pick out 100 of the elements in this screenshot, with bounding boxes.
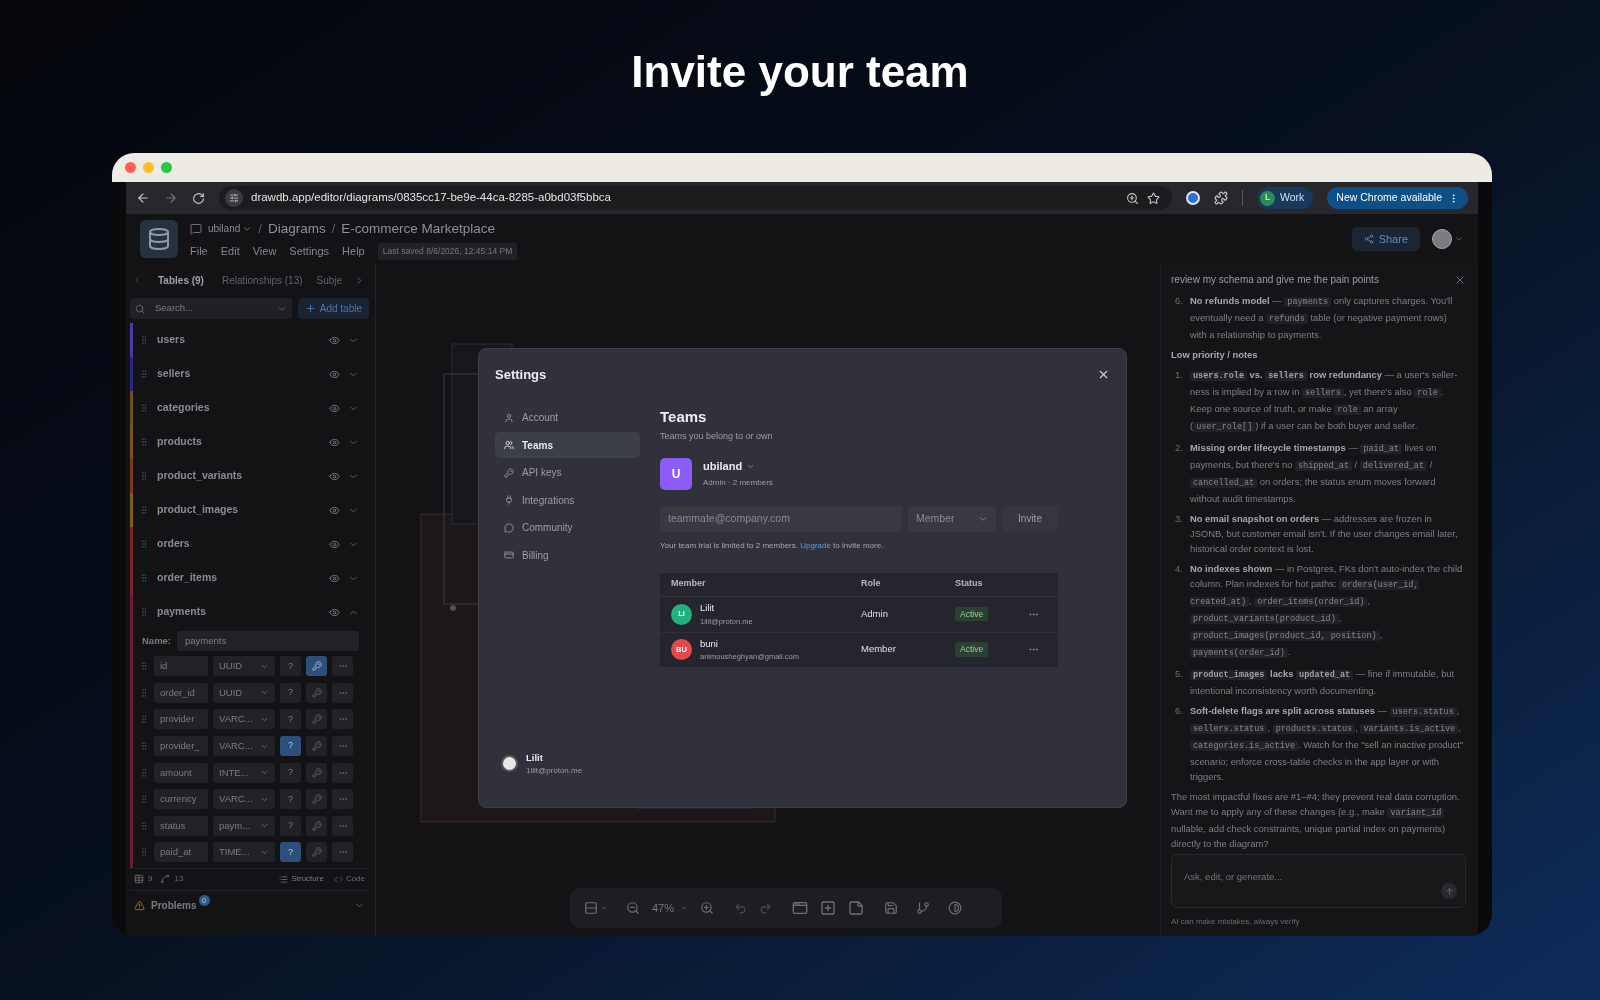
field-more-button[interactable] [332,709,353,730]
scroll-left-icon[interactable] [132,275,142,285]
drag-handle-icon[interactable] [139,607,149,617]
nullable-toggle[interactable]: ? [280,762,301,783]
drag-handle-icon[interactable] [139,714,149,725]
app-logo[interactable] [140,220,178,258]
close-window-button[interactable] [125,162,136,173]
nullable-toggle[interactable]: ? [280,682,301,703]
table-row[interactable]: product_variants [133,459,369,493]
eye-icon[interactable] [329,504,340,516]
add-table-button[interactable]: Add table [297,298,369,319]
primary-key-toggle[interactable] [306,656,327,677]
nullable-toggle[interactable]: ? [280,842,301,863]
eye-icon[interactable] [329,368,340,380]
eye-icon[interactable] [329,402,340,414]
nullable-toggle[interactable]: ? [280,815,301,836]
zoom-icon[interactable] [1126,191,1140,205]
upgrade-link[interactable]: Upgrade [800,540,831,550]
field-type-select[interactable]: VARC... [213,789,275,810]
reload-icon[interactable] [192,191,205,205]
team-switcher[interactable]: ubiland [703,458,773,475]
settings-nav-item[interactable]: Integrations [495,487,640,513]
chevron-down-icon[interactable] [1454,234,1464,244]
back-icon[interactable] [136,191,150,205]
drag-handle-icon[interactable] [139,794,149,805]
zoom-in-icon[interactable] [700,901,715,915]
share-button[interactable]: Share [1351,227,1420,251]
field-more-button[interactable] [332,736,353,757]
drag-handle-icon[interactable] [139,661,149,672]
drag-handle-icon[interactable] [139,335,149,345]
theme-icon[interactable] [948,901,963,915]
add-table-icon[interactable] [792,900,809,916]
workspace-switcher[interactable]: ubiland [208,221,253,237]
zoom-out-icon[interactable] [626,901,640,915]
drag-handle-icon[interactable] [139,369,149,379]
redo-icon[interactable] [759,901,773,915]
field-type-select[interactable]: INTE... [213,762,275,783]
nullable-toggle[interactable]: ? [280,789,301,810]
field-more-button[interactable] [332,842,353,863]
drag-handle-icon[interactable] [139,403,149,413]
sidebar-tab[interactable]: Subje [314,272,345,288]
field-more-button[interactable] [332,789,353,810]
sidebar-tab[interactable]: Tables (9) [152,272,210,288]
send-button[interactable] [1441,883,1457,899]
user-avatar[interactable] [1432,229,1452,249]
structure-view-button[interactable]: Structure [279,873,324,886]
field-name-input[interactable]: provider_ [154,736,208,757]
invite-button[interactable]: Invite [1002,505,1058,532]
drag-handle-icon[interactable] [139,573,149,583]
field-more-button[interactable] [332,815,353,836]
primary-key-toggle[interactable] [306,842,327,863]
field-type-select[interactable]: paym... [213,815,275,836]
table-name-field[interactable]: payments [177,631,359,651]
table-row[interactable]: categories [133,391,369,425]
menu-item[interactable]: Help [342,242,365,260]
eye-icon[interactable] [329,572,340,584]
save-icon[interactable] [884,901,899,915]
undo-icon[interactable] [734,901,748,915]
nullable-toggle[interactable]: ? [280,656,301,677]
drag-handle-icon[interactable] [139,471,149,481]
nullable-toggle[interactable]: ? [280,709,301,730]
field-name-input[interactable]: amount [154,762,208,783]
field-name-input[interactable]: paid_at [154,842,208,863]
primary-key-toggle[interactable] [306,709,327,730]
address-bar[interactable]: drawdb.app/editor/diagrams/0835cc17-be9e-44ca-8285-a0bd03f5bbca [219,186,1173,210]
site-settings-icon[interactable] [225,189,243,207]
field-type-select[interactable]: UUID [213,682,275,703]
minimize-window-button[interactable] [143,162,154,173]
password-manager-icon[interactable] [1186,191,1201,205]
eye-icon[interactable] [329,436,340,448]
drag-handle-icon[interactable] [139,847,149,858]
settings-nav-item[interactable]: Account [495,404,640,431]
table-row[interactable]: order_items [133,561,369,595]
drag-handle-icon[interactable] [139,437,149,447]
update-button[interactable]: New Chrome available [1327,187,1468,209]
table-row[interactable]: payments [133,595,369,629]
drag-handle-icon[interactable] [139,820,149,831]
drag-handle-icon[interactable] [139,741,149,752]
role-select[interactable]: Member [908,505,996,532]
breadcrumb-item[interactable]: Diagrams [267,218,326,239]
menu-item[interactable]: View [252,242,277,260]
drag-handle-icon[interactable] [139,687,149,698]
field-type-select[interactable]: VARC... [213,736,275,757]
field-type-select[interactable]: UUID [213,656,275,677]
bookmark-star-icon[interactable] [1147,191,1161,205]
table-row[interactable]: sellers [133,357,369,391]
field-name-input[interactable]: currency [154,789,208,810]
search-field[interactable]: Search... [130,298,292,319]
primary-key-toggle[interactable] [306,762,327,783]
field-more-button[interactable] [332,682,353,703]
primary-key-toggle[interactable] [306,682,327,703]
caret-icon[interactable] [680,904,689,912]
eye-icon[interactable] [329,334,340,346]
settings-nav-item[interactable]: Teams [495,432,640,458]
drag-handle-icon[interactable] [139,767,149,778]
drag-handle-icon[interactable] [139,539,149,549]
field-name-input[interactable]: status [154,815,208,836]
menu-item[interactable]: Settings [289,242,330,260]
field-type-select[interactable]: TIME... [213,842,275,863]
profile-button[interactable]: L Work [1257,187,1314,209]
